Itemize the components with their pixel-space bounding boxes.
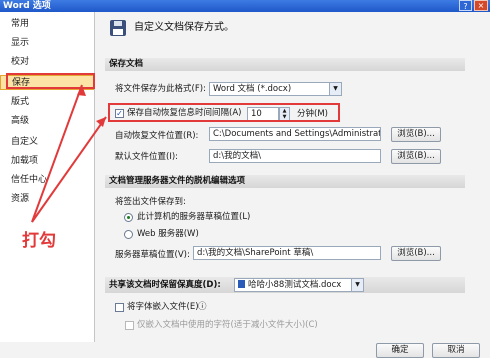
drafts-location-input[interactable]: d:\我的文档\SharePoint 草稿\ — [193, 246, 381, 260]
title-bar: Word 选项 ? × — [0, 0, 490, 12]
browse-default-button[interactable]: 浏览(B)... — [391, 149, 441, 164]
window-title: Word 选项 — [3, 1, 51, 11]
chevron-down-icon: ▼ — [329, 83, 341, 95]
help-button[interactable]: ? — [459, 0, 472, 11]
close-button[interactable]: × — [474, 0, 488, 11]
save-format-label: 将文件保存为此格式(F): — [115, 84, 206, 94]
save-format-dropdown[interactable]: Word 文档 (*.docx) ▼ — [209, 82, 342, 96]
sidebar-item-customize[interactable]: 自定义 — [0, 135, 94, 150]
dialog-footer: 确定 取消 — [0, 342, 490, 358]
chevron-down-icon: ▼ — [351, 279, 363, 291]
section-server-offline: 文档管理服务器文件的脱机编辑选项 — [105, 175, 465, 188]
sidebar-item-trust-center[interactable]: 信任中心 — [0, 173, 94, 188]
radio-server-drafts[interactable] — [124, 213, 133, 222]
default-location-label: 默认文件位置(I): — [115, 152, 179, 162]
word-document-icon — [238, 280, 245, 288]
embed-fonts-label: 将字体嵌入文件(E) — [127, 302, 199, 312]
ok-button[interactable]: 确定 — [376, 343, 424, 358]
autorecover-location-input[interactable]: C:\Documents and Settings\Administrator\… — [209, 127, 381, 141]
sidebar-item-proofing[interactable]: 校对 — [0, 55, 94, 70]
radio-web-server[interactable] — [124, 230, 133, 239]
browse-autorecover-button[interactable]: 浏览(B)... — [391, 127, 441, 142]
save-item-highlight-box — [6, 73, 95, 89]
checkout-location-label: 将签出文件保存到: — [115, 197, 186, 207]
sidebar-item-layout[interactable]: 版式 — [0, 95, 94, 110]
sidebar-item-display[interactable]: 显示 — [0, 36, 94, 51]
autosave-highlight-box — [108, 103, 340, 122]
embed-fonts-checkbox[interactable] — [115, 303, 124, 312]
save-format-value: Word 文档 (*.docx) — [213, 84, 292, 94]
floppy-disk-icon — [110, 20, 126, 36]
sidebar-item-resources[interactable]: 资源 — [0, 192, 94, 207]
sidebar-item-advanced[interactable]: 高级 — [0, 114, 94, 129]
options-sidebar: 常用 显示 校对 保存 版式 高级 自定义 加载项 信任中心 资源 — [0, 12, 95, 342]
page-header: 自定义文档保存方式。 — [134, 22, 234, 33]
drafts-location-label: 服务器草稿位置(V): — [115, 250, 190, 260]
sidebar-item-addins[interactable]: 加载项 — [0, 154, 94, 169]
fidelity-document-dropdown[interactable]: 哈哈小88测试文档.docx ▼ — [234, 278, 364, 292]
embed-subset-checkbox[interactable] — [125, 321, 134, 330]
embed-fonts-info-icon: ⓘ — [198, 302, 207, 312]
radio-server-drafts-label: 此计算机的服务器草稿位置(L) — [137, 212, 251, 222]
fidelity-document-value: 哈哈小88测试文档.docx — [248, 280, 342, 290]
sidebar-item-popular[interactable]: 常用 — [0, 17, 94, 32]
default-location-input[interactable]: d:\我的文档\ — [209, 149, 381, 163]
browse-drafts-button[interactable]: 浏览(B)... — [391, 246, 441, 261]
cancel-button[interactable]: 取消 — [432, 343, 480, 358]
radio-web-server-label: Web 服务器(W) — [137, 229, 199, 239]
embed-subset-label: 仅嵌入文档中使用的字符(适于减小文件大小)(C) — [137, 320, 318, 330]
section-save-documents: 保存文档 — [105, 58, 465, 71]
annotation-text: 打勾 — [22, 231, 56, 251]
autorecover-location-label: 自动恢复文件位置(R): — [115, 131, 199, 141]
